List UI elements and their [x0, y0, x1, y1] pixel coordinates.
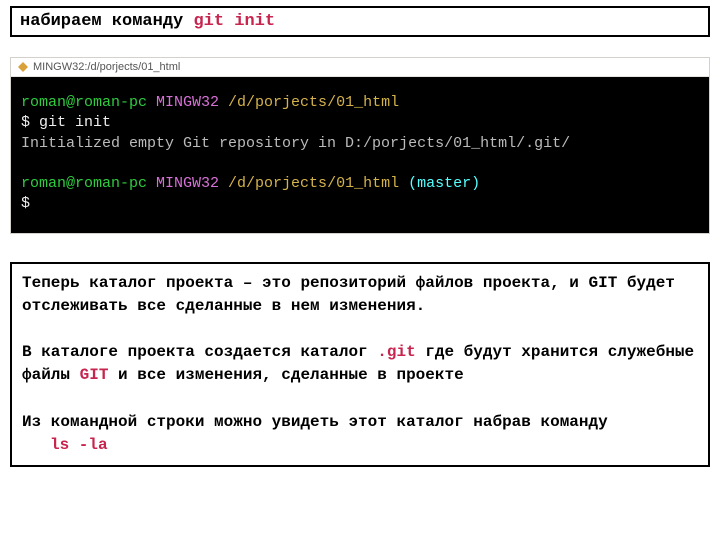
explanation-text: и все изменения, сделанные в проекте	[108, 366, 463, 384]
explanation-paragraph: Теперь каталог проекта – это репозиторий…	[22, 272, 698, 318]
terminal-line: roman@roman-pc MINGW32 /d/porjects/01_ht…	[21, 174, 699, 194]
terminal-title-text: MINGW32:/d/porjects/01_html	[33, 61, 180, 73]
terminal-line: roman@roman-pc MINGW32 /d/porjects/01_ht…	[21, 93, 699, 113]
prompt-path: /d/porjects/01_html	[228, 175, 408, 192]
instruction-command: git init	[193, 12, 275, 31]
prompt-user: roman@roman-pc	[21, 94, 147, 111]
prompt-sys: MINGW32	[147, 94, 228, 111]
instruction-header: набираем команду git init	[10, 6, 710, 37]
explanation-paragraph: Из командной строки можно увидеть этот к…	[22, 411, 698, 434]
terminal-line: $	[21, 194, 699, 214]
prompt-path: /d/porjects/01_html	[228, 94, 399, 111]
git-keyword: GIT	[80, 366, 109, 384]
prompt-user: roman@roman-pc	[21, 175, 147, 192]
terminal-line: $ git init	[21, 113, 699, 133]
terminal-blank-line	[21, 154, 699, 174]
prompt-branch: (master)	[408, 175, 480, 192]
terminal-icon	[17, 61, 29, 73]
dot-git-keyword: .git	[377, 343, 415, 361]
terminal-body: roman@roman-pc MINGW32 /d/porjects/01_ht…	[11, 77, 709, 233]
terminal-window: MINGW32:/d/porjects/01_html roman@roman-…	[10, 57, 710, 234]
terminal-titlebar: MINGW32:/d/porjects/01_html	[11, 58, 709, 77]
ls-command: ls -la	[22, 434, 698, 457]
explanation-paragraph: В каталоге проекта создается каталог .gi…	[22, 341, 698, 387]
instruction-text: набираем команду	[20, 12, 193, 31]
terminal-line: Initialized empty Git repository in D:/p…	[21, 134, 699, 154]
prompt-sys: MINGW32	[147, 175, 228, 192]
explanation-text: В каталоге проекта создается каталог	[22, 343, 377, 361]
explanation-box: Теперь каталог проекта – это репозиторий…	[10, 262, 710, 468]
